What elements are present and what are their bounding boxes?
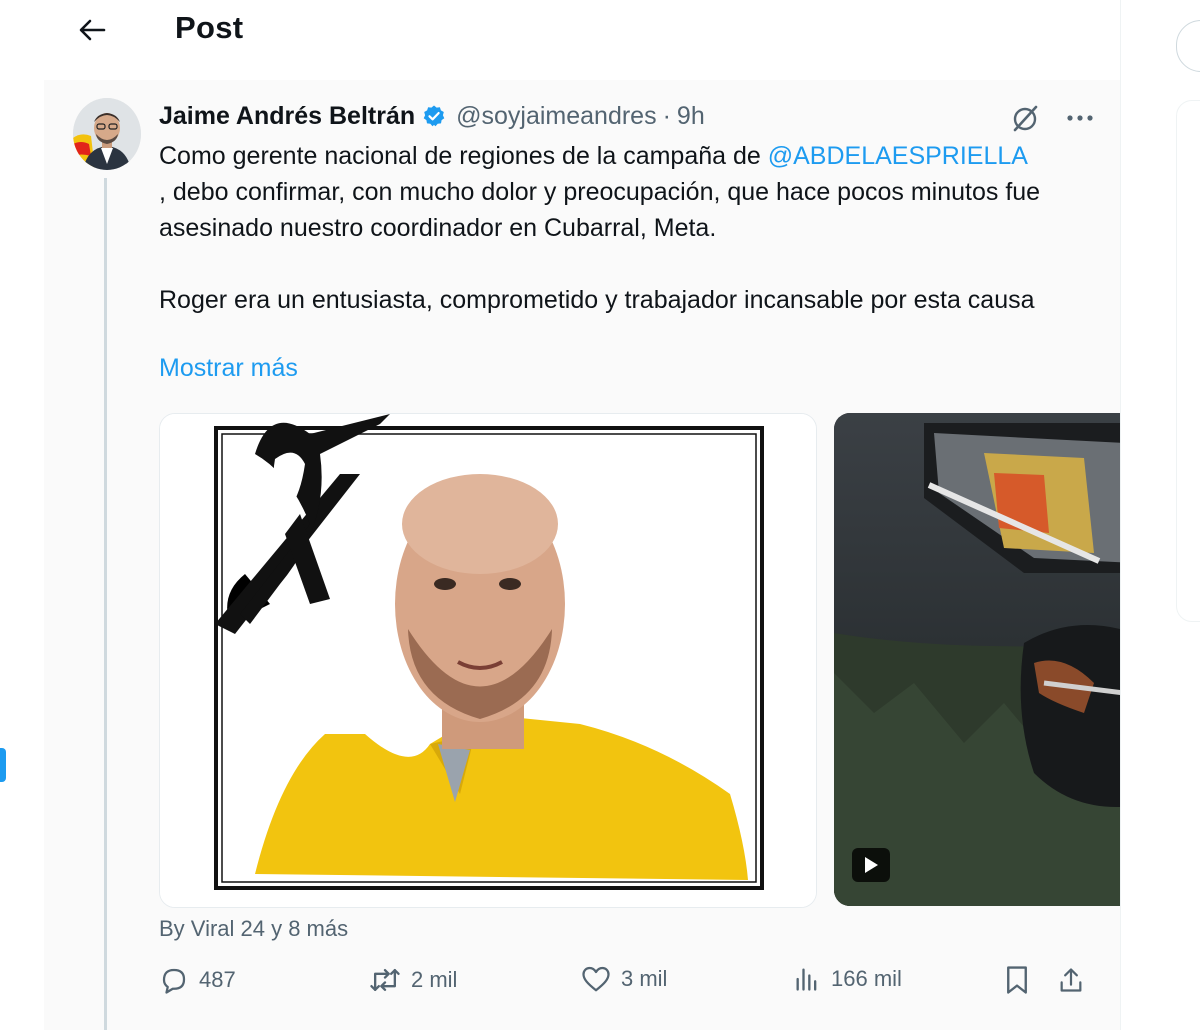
author-handle[interactable]: @soyjaimeandres <box>456 102 656 131</box>
verified-badge-icon[interactable] <box>422 104 446 128</box>
main-column: Post Jaime Andrés Beltrán @soyjaimeandre… <box>44 0 1121 1030</box>
arrow-left-icon <box>79 19 106 41</box>
thread-line <box>104 178 107 1030</box>
media-video[interactable] <box>834 413 1120 906</box>
avatar[interactable] <box>73 98 141 170</box>
views-icon <box>796 968 817 991</box>
views-button[interactable]: 166 mil <box>793 965 902 993</box>
views-count: 166 mil <box>831 966 902 991</box>
tweet-text-part2: , debo confirmar, con mucho dolor y preo… <box>159 178 1041 242</box>
left-nav-indicator[interactable] <box>0 748 6 782</box>
page-header: Post <box>44 0 1120 62</box>
like-button[interactable]: 3 mil <box>581 965 667 993</box>
grok-icon[interactable] <box>1009 102 1041 134</box>
tweet-text-part1: Como gerente nacional de regiones de la … <box>159 142 768 170</box>
repost-button[interactable]: 2 mil <box>369 965 457 995</box>
media-photo[interactable] <box>159 413 817 908</box>
repost-icon <box>370 968 400 992</box>
author-row: Jaime Andrés Beltrán @soyjaimeandres · 9… <box>159 100 705 132</box>
bookmark-button[interactable] <box>1004 965 1030 995</box>
share-icon <box>1060 968 1082 992</box>
reply-icon <box>162 968 186 994</box>
bookmark-icon <box>1007 966 1027 994</box>
left-nav-edge <box>0 0 45 1030</box>
tweet-actions: 487 2 mil 3 mil 166 mil <box>159 965 1109 1005</box>
author-name[interactable]: Jaime Andrés Beltrán <box>159 102 415 131</box>
tweet-text-paragraph2: Roger era un entusiasta, comprometido y … <box>159 286 1035 314</box>
tweet[interactable]: Jaime Andrés Beltrán @soyjaimeandres · 9… <box>44 80 1120 1030</box>
like-count: 3 mil <box>621 966 668 991</box>
reply-button[interactable]: 487 <box>159 965 236 995</box>
tweet-top-actions <box>1009 102 1095 134</box>
repost-count: 2 mil <box>411 967 458 992</box>
media-attribution[interactable]: By Viral 24 y 8 más <box>159 916 348 942</box>
back-button[interactable] <box>74 12 110 48</box>
more-options-icon[interactable] <box>1065 113 1095 123</box>
heart-icon <box>582 966 610 992</box>
sidebar-card <box>1176 100 1200 622</box>
mention-link[interactable]: @ABDELAESPRIELLA <box>768 142 1028 170</box>
reply-count: 487 <box>199 967 236 992</box>
show-more-link[interactable]: Mostrar más <box>159 354 298 383</box>
post-time[interactable]: 9h <box>677 102 705 131</box>
time-separator: · <box>662 101 671 130</box>
play-button[interactable] <box>852 848 890 882</box>
play-icon <box>865 857 878 873</box>
page-title: Post <box>175 10 244 45</box>
share-button[interactable] <box>1057 965 1085 995</box>
tweet-text: Como gerente nacional de regiones de la … <box>159 138 1099 318</box>
